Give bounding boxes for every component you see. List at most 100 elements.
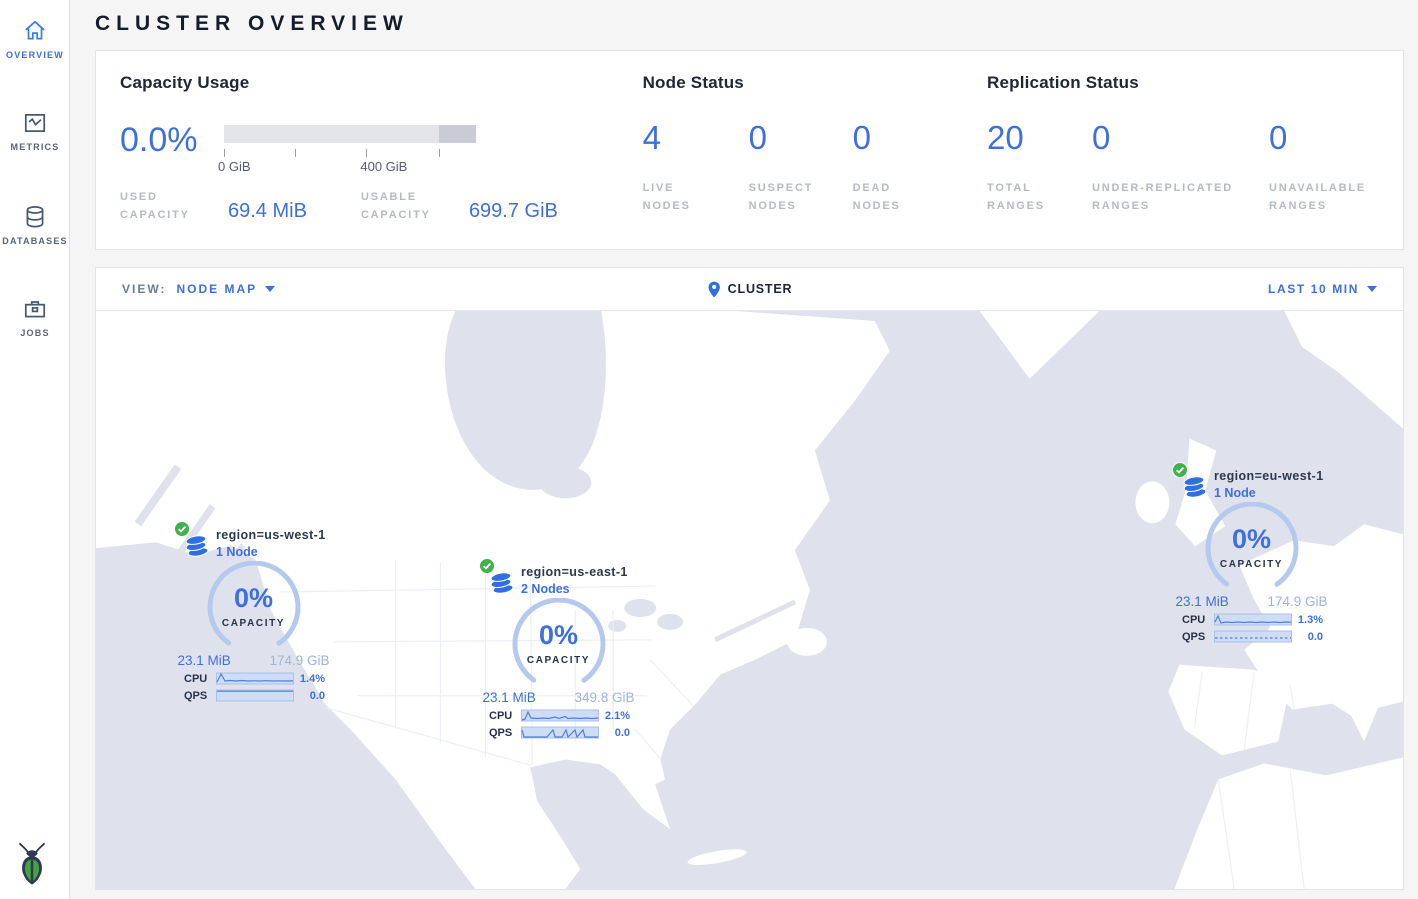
locality-card-us-west-1[interactable]: region=us-west-1 1 Node 0% CAPACITY 23.1… (176, 525, 331, 702)
jobs-icon (0, 296, 70, 322)
region-label: region=us-east-1 (521, 565, 628, 579)
time-range-value: LAST 10 MIN (1268, 282, 1359, 296)
node-status-title: Node Status (643, 73, 987, 93)
suspect-nodes-label: SUSPECT NODES (749, 180, 827, 215)
node-map-panel: VIEW: NODE MAP CLUSTER LAST 10 MIN (95, 267, 1404, 890)
axis-tick-label: 0 GiB (218, 159, 251, 174)
sidebar-item-label: METRICS (0, 142, 70, 152)
cpu-label: CPU (184, 673, 216, 685)
axis-tick-label: 400 GiB (360, 159, 407, 174)
chevron-down-icon (1367, 286, 1377, 292)
capacity-label: CAPACITY (511, 655, 607, 666)
page-title: CLUSTER OVERVIEW (95, 0, 1404, 50)
cockroachdb-logo (14, 842, 50, 891)
cpu-value: 1.4% (300, 673, 331, 685)
cpu-label: CPU (1182, 614, 1214, 626)
home-icon (0, 18, 70, 44)
total-capacity: 349.8 GiB (574, 690, 634, 705)
sidebar: OVERVIEW METRICS DATABASES JOBS (0, 0, 70, 899)
capacity-ring: 0% CAPACITY (511, 598, 607, 690)
node-count-link[interactable]: 1 Node (1214, 486, 1324, 500)
sidebar-item-metrics[interactable]: METRICS (0, 92, 70, 166)
qps-label: QPS (1182, 631, 1214, 643)
node-count-link[interactable]: 2 Nodes (521, 582, 628, 596)
view-label: VIEW: (122, 282, 166, 296)
qps-sparkline (521, 726, 599, 739)
chevron-down-icon (265, 286, 275, 292)
live-nodes-label: LIVE NODES (643, 180, 721, 215)
location-pin-icon (707, 281, 721, 298)
qps-value: 0.0 (1308, 631, 1329, 643)
region-label: region=eu-west-1 (1214, 469, 1324, 483)
qps-sparkline (1214, 630, 1292, 643)
world-map[interactable]: region=us-west-1 1 Node 0% CAPACITY 23.1… (96, 311, 1403, 889)
sidebar-item-jobs[interactable]: JOBS (0, 278, 70, 352)
used-capacity: 23.1 MiB (483, 690, 536, 705)
capacity-label: CAPACITY (206, 618, 302, 629)
sidebar-item-label: DATABASES (0, 236, 70, 246)
cluster-summary-panel: Capacity Usage 0.0% 0 GiB 400 GiB USED C… (95, 50, 1404, 250)
metrics-icon (0, 110, 70, 136)
cpu-sparkline (216, 672, 294, 685)
total-ranges-label: TOTAL RANGES (987, 180, 1065, 215)
sidebar-item-databases[interactable]: DATABASES (0, 186, 70, 260)
time-range-selector[interactable]: LAST 10 MIN (1268, 282, 1377, 296)
cpu-value: 2.1% (605, 710, 636, 722)
usable-capacity-label: USABLE CAPACITY (361, 189, 453, 224)
sidebar-item-label: OVERVIEW (0, 50, 70, 60)
qps-value: 0.0 (310, 690, 331, 702)
capacity-label: CAPACITY (1204, 559, 1300, 570)
database-stack-icon (184, 533, 210, 559)
used-capacity-label: USED CAPACITY (120, 189, 212, 224)
dead-nodes-count: 0 (853, 121, 931, 154)
locality-card-eu-west-1[interactable]: region=eu-west-1 1 Node 0% CAPACITY 23.1… (1174, 466, 1329, 643)
cpu-label: CPU (489, 710, 521, 722)
locality-card-us-east-1[interactable]: region=us-east-1 2 Nodes 0% CAPACITY 23.… (481, 562, 636, 739)
database-stack-icon (1182, 474, 1208, 500)
total-capacity: 174.9 GiB (269, 653, 329, 668)
region-label: region=us-west-1 (216, 528, 326, 542)
node-count-link[interactable]: 1 Node (216, 545, 326, 559)
capacity-ring: 0% CAPACITY (206, 561, 302, 653)
dead-nodes-label: DEAD NODES (853, 180, 931, 215)
view-value: NODE MAP (176, 282, 257, 296)
capacity-percent: 0% (206, 583, 302, 614)
node-status-section: Node Status 4 LIVE NODES 0 SUSPECT NODES… (643, 73, 987, 249)
breadcrumb[interactable]: CLUSTER (707, 281, 793, 298)
cpu-value: 1.3% (1298, 614, 1329, 626)
under-replicated-count: 0 (1092, 121, 1269, 154)
replication-status-title: Replication Status (987, 73, 1379, 93)
capacity-usage-title: Capacity Usage (120, 73, 643, 93)
sidebar-item-label: JOBS (0, 328, 70, 338)
capacity-percent: 0% (1204, 524, 1300, 555)
total-ranges-count: 20 (987, 121, 1092, 154)
cpu-sparkline (1214, 613, 1292, 626)
under-replicated-label: UNDER-REPLICATED RANGES (1092, 180, 1252, 215)
capacity-bar-used-segment (439, 125, 476, 143)
live-nodes-count: 4 (643, 121, 749, 154)
capacity-percent: 0% (511, 620, 607, 651)
capacity-ring: 0% CAPACITY (1204, 502, 1300, 594)
view-selector[interactable]: VIEW: NODE MAP (122, 282, 275, 296)
qps-sparkline (216, 689, 294, 702)
map-toolbar: VIEW: NODE MAP CLUSTER LAST 10 MIN (96, 268, 1403, 311)
usable-capacity-value: 699.7 GiB (469, 200, 558, 223)
replication-status-section: Replication Status 20 TOTAL RANGES 0 UND… (987, 73, 1379, 249)
databases-icon (0, 204, 70, 230)
used-capacity: 23.1 MiB (178, 653, 231, 668)
database-stack-icon (489, 570, 515, 596)
qps-value: 0.0 (615, 727, 636, 739)
capacity-bar: 0 GiB 400 GiB (224, 125, 476, 157)
unavailable-count: 0 (1269, 121, 1379, 154)
sidebar-item-overview[interactable]: OVERVIEW (0, 0, 70, 74)
capacity-percent: 0.0% (120, 123, 224, 157)
total-capacity: 174.9 GiB (1267, 594, 1327, 609)
main-content: CLUSTER OVERVIEW Capacity Usage 0.0% 0 G… (70, 0, 1418, 899)
unavailable-label: UNAVAILABLE RANGES (1269, 180, 1379, 215)
breadcrumb-cluster: CLUSTER (728, 282, 793, 296)
qps-label: QPS (489, 727, 521, 739)
capacity-usage-section: Capacity Usage 0.0% 0 GiB 400 GiB USED C… (120, 73, 643, 249)
cpu-sparkline (521, 709, 599, 722)
used-capacity-value: 69.4 MiB (228, 200, 307, 223)
suspect-nodes-count: 0 (749, 121, 853, 154)
